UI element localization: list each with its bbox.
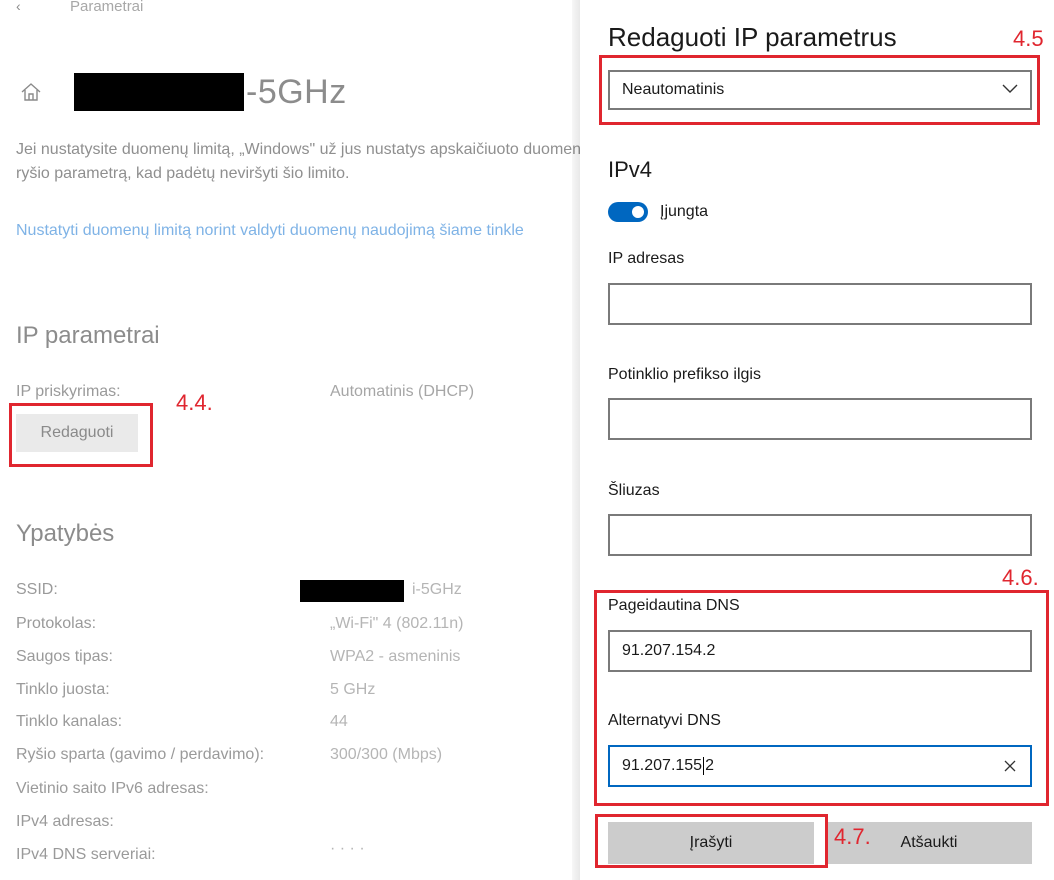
data-limit-description: Jei nustatysite duomenų limitą, „Windows… <box>16 141 580 182</box>
ip-address-input[interactable] <box>608 283 1032 325</box>
prop-value-band: 5 GHz <box>330 681 376 698</box>
annotation-box-mode <box>599 55 1040 125</box>
home-icon[interactable] <box>16 77 46 107</box>
prop-label-channel: Tinklo kanalas: <box>16 713 123 730</box>
annotation-box-edit <box>9 403 153 467</box>
prop-value-security: WPA2 - asmeninis <box>330 648 461 665</box>
annotation-label-4-7: 4.7. <box>834 824 871 849</box>
prop-value-link-speed: 300/300 (Mbps) <box>330 746 443 763</box>
ipv4-heading: IPv4 <box>608 157 653 182</box>
subnet-prefix-input[interactable] <box>608 398 1032 440</box>
set-data-limit-link[interactable]: Nustatyti duomenų limitą norint valdyti … <box>16 219 576 243</box>
ip-assignment-value: Automatinis (DHCP) <box>330 383 475 400</box>
ipv4-toggle[interactable] <box>608 202 648 222</box>
properties-heading: Ypatybės <box>16 520 115 547</box>
annotation-box-save <box>595 814 828 868</box>
gateway-input[interactable] <box>608 514 1032 556</box>
prop-value-protocol: „Wi-Fi" 4 (802.11n) <box>330 615 464 632</box>
ip-settings-heading: IP parametrai <box>16 322 160 349</box>
toggle-knob <box>632 206 644 218</box>
annotation-label-4-5: 4.5 <box>1013 26 1044 51</box>
redacted-network-name <box>74 73 244 111</box>
panel-title: Redaguoti IP parametrus <box>608 22 897 52</box>
prop-label-protocol: Protokolas: <box>16 615 97 632</box>
panel-shadow <box>572 0 580 880</box>
annotation-label-4-4: 4.4. <box>176 390 213 415</box>
annotation-box-dns <box>594 590 1049 806</box>
prop-label-band: Tinklo juosta: <box>16 681 110 698</box>
prop-label-link-speed: Ryšio sparta (gavimo / perdavimo): <box>16 746 265 763</box>
prop-value-channel: 44 <box>330 713 348 730</box>
breadcrumb: Parametrai <box>70 0 144 15</box>
back-arrow-icon[interactable]: ‹ <box>16 0 30 14</box>
prop-label-ipv4: IPv4 adresas: <box>16 813 114 830</box>
prop-label-ssid: SSID: <box>16 581 58 598</box>
ssid-suffix: i-5GHz <box>412 581 462 598</box>
ipv4-toggle-label: Įjungta <box>660 203 709 220</box>
prop-label-ipv4-dns: IPv4 DNS serveriai: <box>16 846 156 863</box>
annotation-label-4-6: 4.6. <box>1002 565 1039 590</box>
ip-address-label: IP adresas <box>608 250 685 267</box>
prop-label-security: Saugos tipas: <box>16 648 113 665</box>
header-row: ‹ Parametrai <box>16 0 143 18</box>
prop-value-ipv4-dns: · · · · <box>330 840 365 857</box>
ip-assignment-label: IP priskyrimas: <box>16 383 121 400</box>
prop-label-ipv6-local: Vietinio saito IPv6 adresas: <box>16 780 209 797</box>
redacted-ssid <box>300 580 404 602</box>
network-name-suffix: -5GHz <box>246 72 347 111</box>
subnet-prefix-label: Potinklio prefikso ilgis <box>608 366 761 383</box>
gateway-label: Šliuzas <box>608 482 660 499</box>
network-title: -5GHz <box>16 70 347 114</box>
